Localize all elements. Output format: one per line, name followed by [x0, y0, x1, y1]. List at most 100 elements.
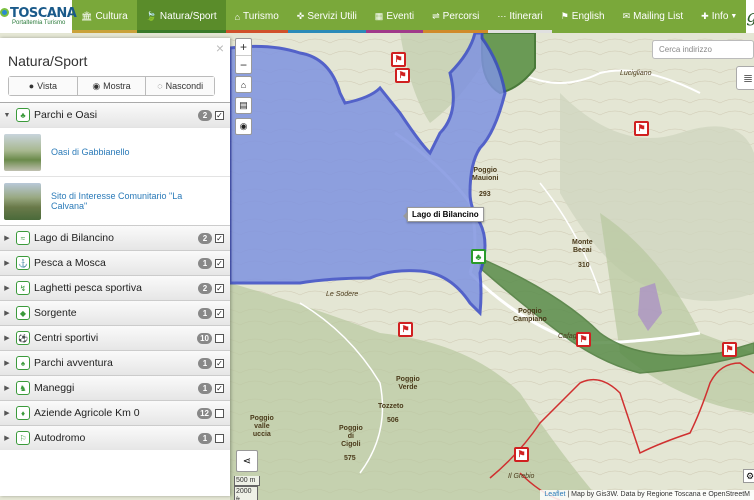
mostra-label: Mostra: [103, 81, 131, 91]
poi-marker[interactable]: ⚑: [514, 447, 529, 462]
poi-item[interactable]: Sito di Interesse Comunitario "La Calvan…: [0, 176, 230, 225]
label-poggio-campiano: Poggio Campiano: [513, 308, 547, 323]
nav-eventi[interactable]: ▦ Eventi: [365, 0, 424, 33]
home-button[interactable]: ⌂: [235, 76, 252, 93]
label-height-506: 506: [387, 417, 399, 424]
flag-icon: ⚑: [560, 11, 569, 21]
gear-icon: ⚙: [745, 470, 754, 481]
sport-icon: ⚽: [16, 331, 30, 345]
label-tozzeto: Tozzeto: [378, 403, 404, 410]
category-autodromo[interactable]: ▶ ⚐ Autodromo 1: [0, 425, 230, 450]
visibility-button[interactable]: ◉: [235, 118, 252, 135]
bank-icon: 🏛: [81, 11, 93, 21]
home-icon: ⌂: [234, 11, 241, 22]
count-badge: 1: [198, 432, 212, 444]
sidebar-panel: × Natura/Sport ● Vista ◉ Mostra ◌ Nascondi …: [0, 38, 230, 496]
address-search-input[interactable]: Cerca indirizzo: [652, 40, 754, 59]
water-drop-icon: ◆: [16, 306, 30, 320]
leaflet-link[interactable]: Leaflet: [544, 491, 565, 498]
category-label: Parchi e Oasi: [34, 109, 98, 121]
category-checkbox[interactable]: ✓: [215, 358, 224, 368]
gis-logo[interactable]: gis: [746, 0, 754, 33]
nav-natura-sport[interactable]: 🍃 Natura/Sport: [136, 0, 226, 33]
count-badge: 1: [198, 307, 212, 319]
brand-logo[interactable]: TOSCANA Portaltemia Turismo: [0, 0, 77, 33]
category-label: Aziende Agricole Km 0: [34, 407, 140, 419]
poi-marker[interactable]: ⚑: [391, 52, 406, 67]
nav-mailing-list[interactable]: ✉ Mailing List: [614, 0, 693, 33]
caret-right-icon: ▶: [4, 410, 10, 417]
nav-percorsi[interactable]: ⇌ Percorsi: [423, 0, 489, 33]
category-parchi-avventura[interactable]: ▶ ♠ Parchi avventura 1 ✓: [0, 350, 230, 375]
nav-servizi-utili[interactable]: ✜ Servizi Utili: [287, 0, 366, 33]
category-checkbox[interactable]: ✓: [215, 383, 224, 393]
label-le-sodere: Le Sodere: [326, 291, 359, 298]
nav-cultura[interactable]: 🏛 Cultura: [72, 0, 137, 33]
nav-english-label: English: [571, 11, 605, 22]
category-checkbox[interactable]: ✓: [215, 283, 224, 293]
globe-icon: ●: [28, 81, 35, 91]
category-checkbox[interactable]: ✓: [215, 258, 224, 268]
poi-name: Oasi di Gabbianello: [51, 147, 130, 157]
poi-marker[interactable]: ⚑: [395, 68, 410, 83]
category-sorgente[interactable]: ▶ ◆ Sorgente 1 ✓: [0, 300, 230, 325]
racing-flag-icon: ⚐: [16, 431, 30, 445]
mostra-button[interactable]: ◉ Mostra: [77, 77, 147, 95]
category-label: Maneggi: [34, 382, 75, 394]
nav-english[interactable]: ⚑ English: [552, 0, 614, 33]
plus-icon: ✚: [701, 11, 709, 21]
poi-thumbnail: [4, 133, 41, 171]
category-laghetti-pesca-sportiva[interactable]: ▶ ↯ Laghetti pesca sportiva 2 ✓: [0, 275, 230, 300]
category-checkbox[interactable]: [215, 333, 224, 343]
label-poggio-valle-uccia: Poggio valle uccia: [250, 415, 274, 438]
eye-slash-icon: ◌: [157, 81, 163, 91]
category-checkbox[interactable]: [215, 433, 224, 443]
close-icon[interactable]: ×: [216, 40, 224, 56]
count-badge: 2: [198, 282, 212, 294]
category-aziende-agricole[interactable]: ▶ ♦ Aziende Agricole Km 0 12: [0, 400, 230, 425]
count-badge: 12: [197, 407, 212, 419]
category-pesca-a-mosca[interactable]: ▶ ⚓ Pesca a Mosca 1 ✓: [0, 250, 230, 275]
poi-item[interactable]: Oasi di Gabbianello: [0, 127, 230, 176]
fishing-rod-icon: ↯: [16, 281, 30, 295]
count-badge: 2: [198, 109, 212, 121]
label-il-grebio: Il Grebio: [508, 473, 535, 480]
zoom-in-button[interactable]: +: [236, 39, 251, 56]
category-centri-sportivi[interactable]: ▶ ⚽ Centri sportivi 10: [0, 325, 230, 350]
poi-marker[interactable]: ⚑: [722, 342, 737, 357]
category-lago-di-bilancino[interactable]: ▶ ≈ Lago di Bilancino 2 ✓: [0, 225, 230, 250]
share-button[interactable]: ⋖: [236, 450, 258, 472]
nascondi-button[interactable]: ◌ Nascondi: [146, 77, 215, 95]
category-parchi-e-oasi[interactable]: ▼ ♣ Parchi e Oasi 2 ✓: [0, 102, 230, 127]
scale-bar: 500 m 2000 ft: [234, 476, 260, 500]
count-badge: 10: [197, 332, 212, 344]
category-checkbox[interactable]: ✓: [215, 233, 224, 243]
poi-marker[interactable]: ⚑: [576, 332, 591, 347]
count-badge: 2: [198, 232, 212, 244]
settings-gear-button[interactable]: ⚙: [743, 469, 754, 483]
label-lucigliano: Lucigliano: [620, 70, 652, 77]
poi-marker[interactable]: ⚑: [634, 121, 649, 136]
brand-subtitle: Portaltemia Turismo: [12, 19, 66, 26]
nav-mailing-label: Mailing List: [633, 11, 684, 22]
poi-marker-park[interactable]: ♣: [471, 249, 486, 264]
category-checkbox[interactable]: [215, 408, 224, 418]
category-checkbox[interactable]: ✓: [215, 308, 224, 318]
category-maneggi[interactable]: ▶ ♞ Maneggi 1 ✓: [0, 375, 230, 400]
nav-info[interactable]: ✚ Info ▼: [692, 0, 746, 33]
zoom-out-button[interactable]: −: [236, 56, 251, 73]
scale-imperial: 2000 ft: [234, 486, 258, 500]
category-checkbox[interactable]: ✓: [215, 110, 224, 120]
nav-eventi-label: Eventi: [386, 11, 415, 22]
eye-icon: ◉: [92, 80, 101, 91]
farm-icon: ♦: [16, 406, 30, 420]
label-monte-becai: Monte Becai: [572, 239, 593, 254]
print-button[interactable]: ▤: [235, 97, 252, 114]
poi-marker[interactable]: ⚑: [398, 322, 413, 337]
nav-turismo[interactable]: ⌂ Turismo: [225, 0, 288, 33]
caret-down-icon: ▼: [730, 13, 738, 20]
adventure-icon: ♠: [16, 356, 30, 370]
layers-button[interactable]: ≣: [736, 66, 754, 90]
vista-button[interactable]: ● Vista: [9, 77, 78, 95]
nav-itinerari[interactable]: ⋯ Itinerari: [488, 0, 552, 33]
